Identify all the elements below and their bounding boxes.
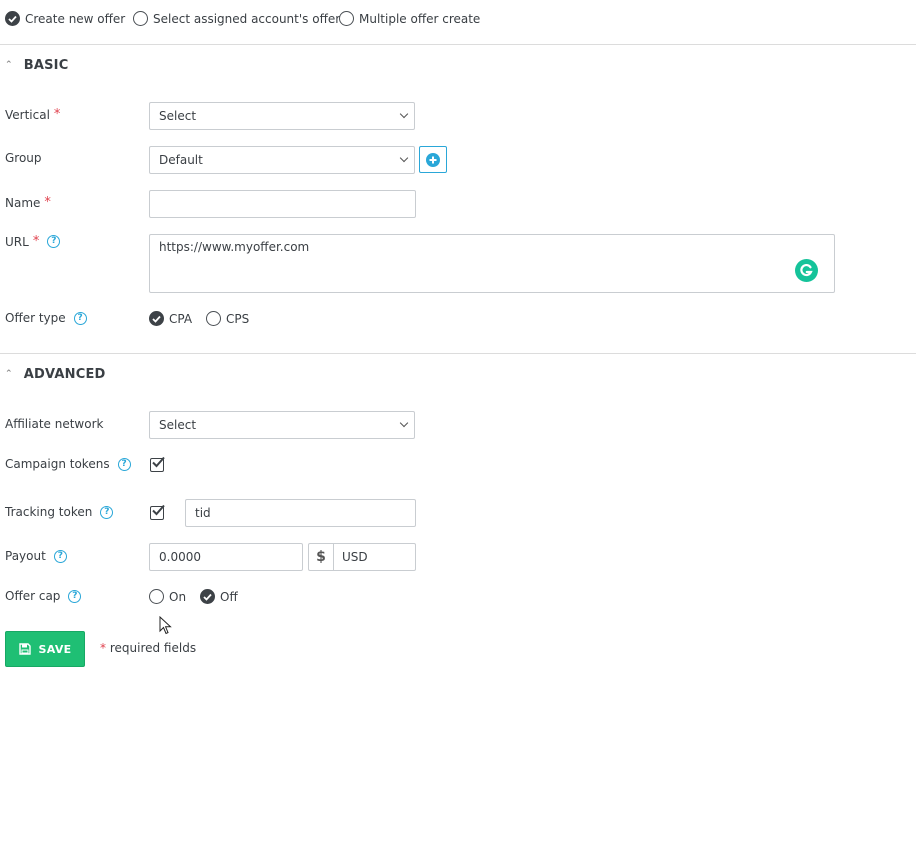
label-text: Campaign tokens [5,457,110,471]
vertical-select[interactable]: Select [149,102,415,130]
dollar-icon: $ [309,544,334,570]
radio-icon [339,11,354,26]
select-value: Default [159,153,203,167]
save-button-label: SAVE [38,642,72,656]
grammarly-icon[interactable] [795,259,818,282]
url-textarea[interactable]: https://www.myoffer.com [149,234,835,293]
radio-label: On [169,589,187,604]
section-title: ADVANCED [23,367,106,382]
help-icon[interactable]: ? [53,549,67,563]
input-value: tid [195,506,211,520]
currency-select[interactable]: $ USD [308,543,416,571]
checked-radio-icon [200,589,215,604]
mouse-cursor-icon [159,616,172,635]
radio-icon [149,589,164,604]
radio-icon [133,11,148,26]
select-value: USD [342,550,368,564]
campaign-tokens-checkbox[interactable] [150,456,165,472]
plus-circle-icon [426,152,440,167]
help-icon[interactable]: ? [100,505,114,519]
radio-label: Off [220,589,238,604]
name-label: Name * [5,195,51,210]
textarea-value: https://www.myoffer.com [159,240,310,254]
label-text: Offer cap [5,589,61,603]
affiliate-network-label: Affiliate network [5,417,103,431]
label-text: Affiliate network [5,417,104,431]
section-title: BASIC [23,58,69,73]
tracking-token-input[interactable]: tid [185,499,416,527]
help-icon[interactable]: ? [117,457,131,471]
vertical-label: Vertical * [5,107,60,122]
group-label: Group [5,151,42,165]
tracking-token-label: Tracking token ? [5,505,114,519]
help-icon[interactable]: ? [47,235,61,248]
mode-label: Create new offer [25,11,126,26]
select-value: Select [159,418,197,432]
required-note-text: required fields [109,641,197,655]
tracking-token-checkbox[interactable] [150,504,165,520]
mode-label: Multiple offer create [359,11,481,26]
radio-label: CPS [226,311,250,326]
chevron-up-icon: ⌃ [5,59,13,70]
offer-cap-off[interactable]: Off [200,589,238,604]
required-marker: * [53,107,61,122]
divider [0,353,916,354]
advanced-section-header[interactable]: ⌃ ADVANCED [5,367,106,382]
offer-cap-on[interactable]: On [149,589,186,604]
required-marker: * [100,641,106,655]
label-text: Name [5,195,41,210]
payout-label: Payout ? [5,549,67,563]
mode-select-assigned-offer[interactable]: Select assigned account's offer [133,11,340,26]
offer-type-cps[interactable]: CPS [206,311,249,326]
chevron-up-icon: ⌃ [5,368,13,379]
label-text: Offer type [5,311,66,325]
required-marker: * [32,234,40,249]
chevron-down-icon [399,153,409,163]
mode-create-new-offer[interactable]: Create new offer [5,11,125,26]
divider [0,44,916,45]
url-label: URL * ? [5,234,61,249]
campaign-tokens-label: Campaign tokens ? [5,457,131,471]
label-text: Payout [5,549,46,563]
mode-label: Select assigned account's offer [153,11,341,26]
affiliate-network-select[interactable]: Select [149,411,415,439]
label-text: Tracking token [5,505,93,519]
select-value: Select [159,109,197,123]
chevron-down-icon [399,418,409,428]
input-value: 0.0000 [159,550,201,564]
chevron-down-icon [399,109,409,119]
save-button[interactable]: SAVE [5,631,85,667]
required-marker: * [44,195,51,210]
checkmark-icon [152,456,165,468]
label-text: URL [5,234,29,249]
basic-section-header[interactable]: ⌃ BASIC [5,58,68,73]
add-group-button[interactable] [419,146,447,173]
label-text: Vertical [5,107,50,122]
floppy-disk-icon [18,643,31,655]
payout-input[interactable]: 0.0000 [149,543,303,571]
radio-label: CPA [169,311,193,326]
radio-icon [206,311,221,326]
checked-radio-icon [149,311,164,326]
name-input[interactable] [149,190,416,218]
checked-radio-icon [5,11,20,26]
offer-cap-label: Offer cap ? [5,589,82,603]
offer-type-cpa[interactable]: CPA [149,311,192,326]
help-icon[interactable]: ? [73,311,87,325]
label-text: Group [5,151,42,165]
group-select[interactable]: Default [149,146,415,174]
mode-multiple-offer-create[interactable]: Multiple offer create [339,11,480,26]
required-fields-note: * required fields [100,641,196,655]
checkmark-icon [152,504,165,516]
offer-type-label: Offer type ? [5,311,87,325]
help-icon[interactable]: ? [68,589,82,603]
